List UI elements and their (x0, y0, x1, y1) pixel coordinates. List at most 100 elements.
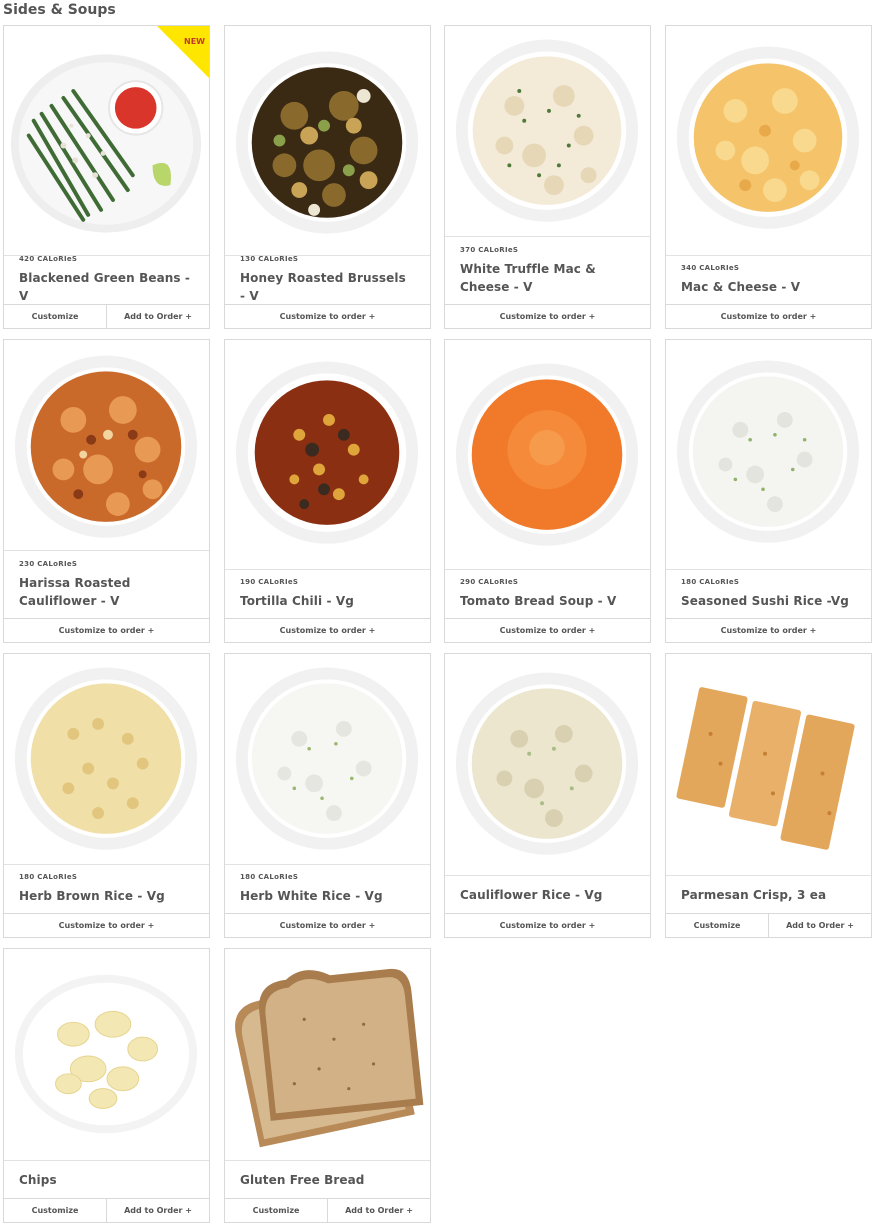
item-info: 180 CALoRIeS Herb White Rice - Vg (225, 864, 430, 913)
item-calories: 180 CALoRIeS (240, 873, 299, 882)
menu-item-card[interactable]: 180 CALoRIeS Herb Brown Rice - Vg Custom… (3, 653, 210, 938)
add-to-order-button[interactable]: Add to Order + (768, 914, 871, 937)
item-info: 130 CALoRIeS Honey Roasted Brussels - V (225, 255, 430, 304)
menu-item-card[interactable]: 190 CALoRIeS Tortilla Chili - Vg Customi… (224, 339, 431, 643)
item-info: 290 CALoRIeS Tomato Bread Soup - V (445, 569, 650, 618)
item-info: 420 CALoRIeS Blackened Green Beans - V (4, 255, 209, 304)
item-name[interactable]: Tortilla Chili - Vg (240, 592, 415, 610)
menu-item-card[interactable]: Chips Customize Add to Order + (3, 948, 210, 1223)
item-image-mac-cheese[interactable] (666, 26, 871, 256)
item-calories: 340 CALoRIeS (681, 264, 740, 273)
item-name[interactable]: Tomato Bread Soup - V (460, 592, 635, 610)
item-actions: Customize Add to Order + (666, 913, 871, 937)
item-info: 180 CALoRIeS Herb Brown Rice - Vg (4, 864, 209, 913)
item-image-gluten-free-bread[interactable] (225, 949, 430, 1160)
item-actions: Customize to order + (225, 618, 430, 642)
menu-item-card[interactable]: 290 CALoRIeS Tomato Bread Soup - V Custo… (444, 339, 651, 643)
item-info: 230 CALoRIeS Harissa Roasted Cauliflower… (4, 550, 209, 618)
item-name[interactable]: Mac & Cheese - V (681, 278, 856, 296)
item-name[interactable]: Gluten Free Bread (240, 1171, 415, 1189)
item-name[interactable]: Herb White Rice - Vg (240, 887, 415, 905)
item-image-sushi-rice[interactable] (666, 340, 871, 570)
menu-item-card[interactable]: 230 CALoRIeS Harissa Roasted Cauliflower… (3, 339, 210, 643)
menu-item-card[interactable]: Gluten Free Bread Customize Add to Order… (224, 948, 431, 1223)
item-actions: Customize Add to Order + (225, 1198, 430, 1222)
item-info: 340 CALoRIeS Mac & Cheese - V (666, 255, 871, 304)
item-image-tomato-soup[interactable] (445, 340, 650, 570)
item-name[interactable]: Harissa Roasted Cauliflower - V (19, 574, 194, 610)
customize-to-order-button[interactable]: Customize to order + (666, 305, 871, 328)
customize-button[interactable]: Customize (4, 1199, 106, 1222)
item-name[interactable]: Cauliflower Rice - Vg (460, 886, 635, 904)
menu-item-card[interactable]: NEW 420 CALoRIeS Blackened Green Beans -… (3, 25, 210, 329)
customize-button[interactable]: Customize (666, 914, 768, 937)
item-image-parmesan-crisp[interactable] (666, 654, 871, 876)
item-info: 190 CALoRIeS Tortilla Chili - Vg (225, 569, 430, 618)
customize-to-order-button[interactable]: Customize to order + (666, 619, 871, 642)
item-calories: 230 CALoRIeS (19, 559, 78, 568)
item-actions: Customize Add to Order + (4, 304, 209, 328)
item-image-brown-rice[interactable] (4, 654, 209, 865)
item-name[interactable]: White Truffle Mac & Cheese - V (460, 260, 635, 296)
customize-to-order-button[interactable]: Customize to order + (4, 619, 209, 642)
item-name[interactable]: Parmesan Crisp, 3 ea (681, 886, 856, 904)
item-image-white-rice[interactable] (225, 654, 430, 865)
item-calories: 190 CALoRIeS (240, 578, 299, 587)
customize-to-order-button[interactable]: Customize to order + (4, 914, 209, 937)
item-actions: Customize Add to Order + (4, 1198, 209, 1222)
menu-item-card[interactable]: 340 CALoRIeS Mac & Cheese - V Customize … (665, 25, 872, 329)
item-calories: 130 CALoRIeS (240, 255, 299, 264)
menu-item-card[interactable]: 130 CALoRIeS Honey Roasted Brussels - V … (224, 25, 431, 329)
menu-item-card[interactable]: Cauliflower Rice - Vg Customize to order… (444, 653, 651, 938)
customize-to-order-button[interactable]: Customize to order + (445, 305, 650, 328)
item-actions: Customize to order + (4, 913, 209, 937)
customize-to-order-button[interactable]: Customize to order + (225, 619, 430, 642)
item-calories: 290 CALoRIeS (460, 578, 519, 587)
menu-item-card[interactable]: 180 CALoRIeS Seasoned Sushi Rice -Vg Cus… (665, 339, 872, 643)
item-image-green-beans[interactable]: NEW (4, 26, 209, 256)
menu-item-card[interactable]: 180 CALoRIeS Herb White Rice - Vg Custom… (224, 653, 431, 938)
item-calories: 370 CALoRIeS (460, 245, 519, 254)
item-calories: 420 CALoRIeS (19, 255, 78, 264)
item-info: Cauliflower Rice - Vg (445, 875, 650, 913)
menu-item-card[interactable]: 370 CALoRIeS White Truffle Mac & Cheese … (444, 25, 651, 329)
item-info: Parmesan Crisp, 3 ea (666, 875, 871, 913)
item-calories: 180 CALoRIeS (681, 578, 740, 587)
item-name[interactable]: Honey Roasted Brussels - V (240, 269, 415, 305)
add-to-order-button[interactable]: Add to Order + (327, 1199, 430, 1222)
customize-to-order-button[interactable]: Customize to order + (225, 914, 430, 937)
add-to-order-button[interactable]: Add to Order + (106, 1199, 209, 1222)
item-image-cauliflower-rice[interactable] (445, 654, 650, 876)
item-actions: Customize to order + (225, 304, 430, 328)
new-badge-label: NEW (184, 37, 205, 46)
item-info: 370 CALoRIeS White Truffle Mac & Cheese … (445, 236, 650, 304)
customize-to-order-button[interactable]: Customize to order + (445, 619, 650, 642)
menu-item-card[interactable]: Parmesan Crisp, 3 ea Customize Add to Or… (665, 653, 872, 938)
item-image-brussels[interactable] (225, 26, 430, 256)
item-actions: Customize to order + (445, 913, 650, 937)
item-info: 180 CALoRIeS Seasoned Sushi Rice -Vg (666, 569, 871, 618)
item-actions: Customize to order + (666, 618, 871, 642)
new-badge: NEW (157, 26, 209, 78)
item-actions: Customize to order + (666, 304, 871, 328)
customize-to-order-button[interactable]: Customize to order + (225, 305, 430, 328)
item-actions: Customize to order + (445, 618, 650, 642)
item-name[interactable]: Herb Brown Rice - Vg (19, 887, 194, 905)
add-to-order-button[interactable]: Add to Order + (106, 305, 209, 328)
item-name[interactable]: Blackened Green Beans - V (19, 269, 194, 305)
item-image-harissa-cauliflower[interactable] (4, 340, 209, 551)
customize-to-order-button[interactable]: Customize to order + (445, 914, 650, 937)
item-actions: Customize to order + (445, 304, 650, 328)
customize-button[interactable]: Customize (4, 305, 106, 328)
item-image-white-truffle-mac[interactable] (445, 26, 650, 237)
item-name[interactable]: Seasoned Sushi Rice -Vg (681, 592, 856, 610)
item-image-chips[interactable] (4, 949, 209, 1160)
item-info: Gluten Free Bread (225, 1160, 430, 1198)
item-actions: Customize to order + (225, 913, 430, 937)
item-name[interactable]: Chips (19, 1171, 194, 1189)
item-calories: 180 CALoRIeS (19, 873, 78, 882)
item-actions: Customize to order + (4, 618, 209, 642)
section-title: Sides & Soups (3, 2, 116, 18)
item-image-tortilla-chili[interactable] (225, 340, 430, 570)
customize-button[interactable]: Customize (225, 1199, 327, 1222)
